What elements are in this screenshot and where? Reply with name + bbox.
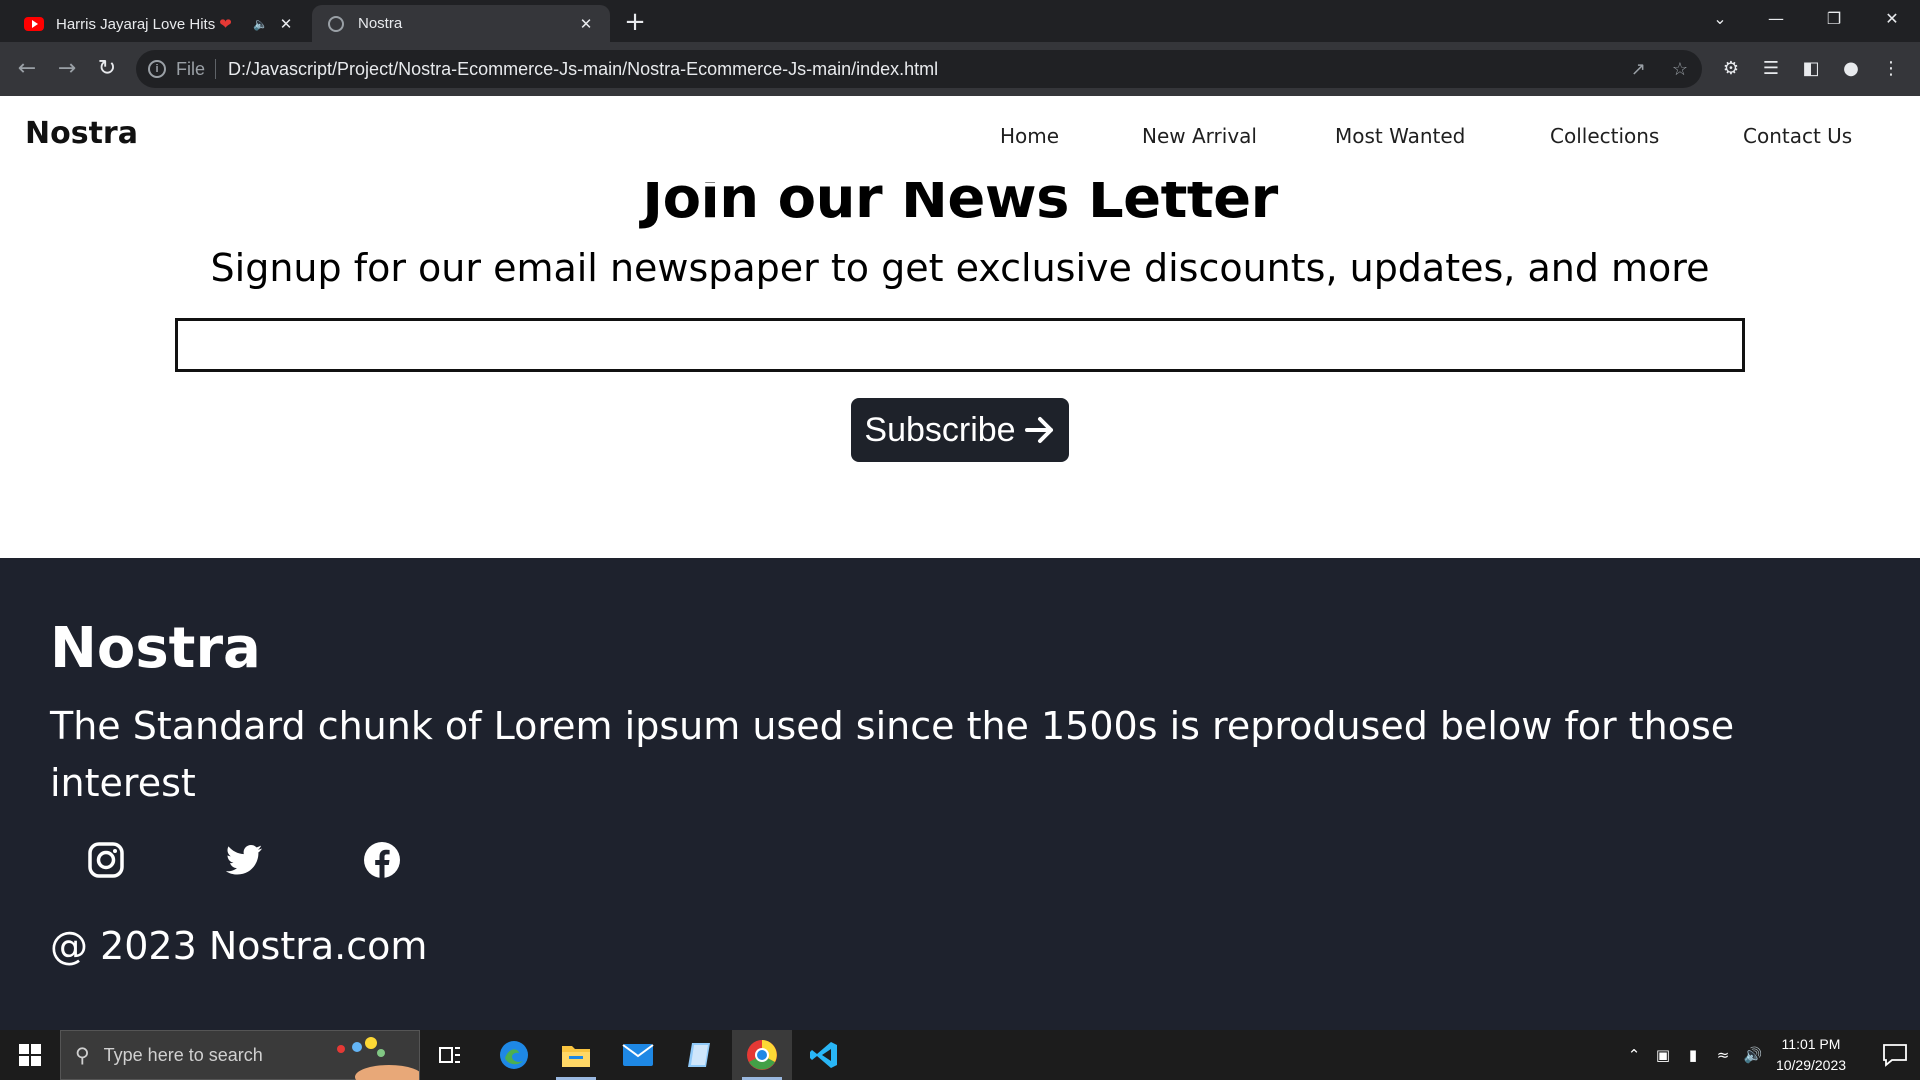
notification-icon[interactable] [1882,1042,1908,1068]
side-panel-icon[interactable]: ◧ [1798,56,1824,82]
facebook-icon[interactable] [362,840,402,880]
tab-title: Nostra [358,15,403,32]
menu-icon[interactable]: ⋮ [1878,56,1904,82]
address-bar[interactable]: i File D:/Javascript/Project/Nostra-Ecom… [136,50,1702,88]
mail-icon[interactable] [608,1030,668,1080]
edge-browser-icon[interactable] [484,1030,544,1080]
nav-collections[interactable]: Collections [1550,124,1659,148]
show-hidden-icons-icon[interactable]: ⌃ [1620,1046,1648,1064]
newsletter-subtitle: Signup for our email newspaper to get ex… [210,246,1710,290]
extensions-icon[interactable]: ⚙ [1718,56,1744,82]
tab-title: Harris Jayaraj Love Hits ❤ [56,15,232,33]
youtube-icon [24,16,44,31]
close-window-button[interactable]: ✕ [1864,0,1920,40]
back-button[interactable]: ← [12,54,42,84]
divider [215,59,217,79]
profile-icon[interactable]: ● [1838,56,1864,82]
muted-speaker-icon[interactable]: 🔈 [253,17,268,31]
heart-icon: ❤ [219,15,232,33]
globe-icon [326,15,346,32]
browser-toolbar: ← → ↻ i File D:/Javascript/Project/Nostr… [0,42,1920,96]
file-explorer-icon[interactable] [546,1030,606,1080]
meet-now-icon[interactable]: ▣ [1648,1046,1678,1064]
task-view-icon[interactable] [420,1030,480,1080]
copyright-text: @ 2023 Nostra.com [50,924,428,968]
taskbar-search-input[interactable]: ⚲ Type here to search [60,1030,420,1080]
clock-time: 11:01 PM [1781,1036,1841,1052]
nav-contact-us[interactable]: Contact Us [1743,124,1852,148]
close-tab-icon[interactable]: ✕ [276,15,296,33]
info-icon[interactable]: i [148,60,166,78]
minimize-button[interactable]: — [1748,0,1804,40]
new-tab-button[interactable]: + [620,8,650,38]
site-navbar: Nostra Home New Arrival Most Wanted Coll… [0,96,1920,182]
notes-app-icon[interactable] [670,1030,730,1080]
url-text[interactable]: D:/Javascript/Project/Nostra-Ecommerce-J… [228,59,938,80]
nav-home[interactable]: Home [1000,124,1059,148]
system-tray: ⌃ ▣ ▮ ≈ 🔊 [1620,1030,1768,1080]
site-logo[interactable]: Nostra [25,116,138,151]
restore-button[interactable]: ❐ [1806,0,1862,40]
tab-search-icon[interactable]: ⌄ [1692,0,1748,40]
nav-most-wanted[interactable]: Most Wanted [1335,124,1465,148]
share-icon[interactable]: ↗ [1631,59,1646,80]
bookmark-star-icon[interactable]: ☆ [1672,59,1688,80]
volume-icon[interactable]: 🔊 [1738,1046,1768,1064]
arrow-right-icon [1024,417,1053,443]
search-placeholder: Type here to search [103,1044,263,1065]
email-input[interactable] [175,318,1745,372]
tab-youtube[interactable]: Harris Jayaraj Love Hits ❤ 🔈 ✕ [10,5,310,42]
subscribe-label: Subscribe [864,410,1016,449]
reload-button[interactable]: ↻ [92,54,122,84]
web-page: Nostra Home New Arrival Most Wanted Coll… [0,96,1920,1030]
subscribe-button[interactable]: Subscribe [851,398,1069,462]
forward-button[interactable]: → [52,54,82,84]
windows-start-icon[interactable] [0,1030,60,1080]
wifi-icon[interactable]: ≈ [1708,1046,1738,1064]
clock-date: 10/29/2023 [1775,1057,1847,1073]
twitter-icon[interactable] [224,840,264,880]
tab-nostra[interactable]: Nostra ✕ [312,5,610,42]
taskbar-clock[interactable]: 11:01 PM 10/29/2023 [1766,1034,1856,1076]
search-highlight-art [337,1037,419,1080]
battery-icon[interactable]: ▮ [1678,1046,1708,1064]
media-control-icon[interactable]: ☰ [1758,56,1784,82]
url-scheme: File [176,58,206,79]
footer-logo: Nostra [50,616,261,681]
site-footer: Nostra The Standard chunk of Lorem ipsum… [0,558,1920,1030]
instagram-icon[interactable] [86,840,126,880]
close-tab-icon[interactable]: ✕ [576,15,596,33]
footer-description: The Standard chunk of Lorem ipsum used s… [50,704,1735,805]
windows-taskbar: ⚲ Type here to search ⌃ ▣ ▮ ≈ 🔊 11:01 PM… [0,1030,1920,1080]
search-icon: ⚲ [75,1044,90,1067]
chrome-icon[interactable] [732,1030,792,1080]
nav-new-arrival[interactable]: New Arrival [1142,124,1257,148]
vscode-icon[interactable] [794,1030,854,1080]
browser-tab-strip: Harris Jayaraj Love Hits ❤ 🔈 ✕ Nostra ✕ +… [0,0,1920,42]
